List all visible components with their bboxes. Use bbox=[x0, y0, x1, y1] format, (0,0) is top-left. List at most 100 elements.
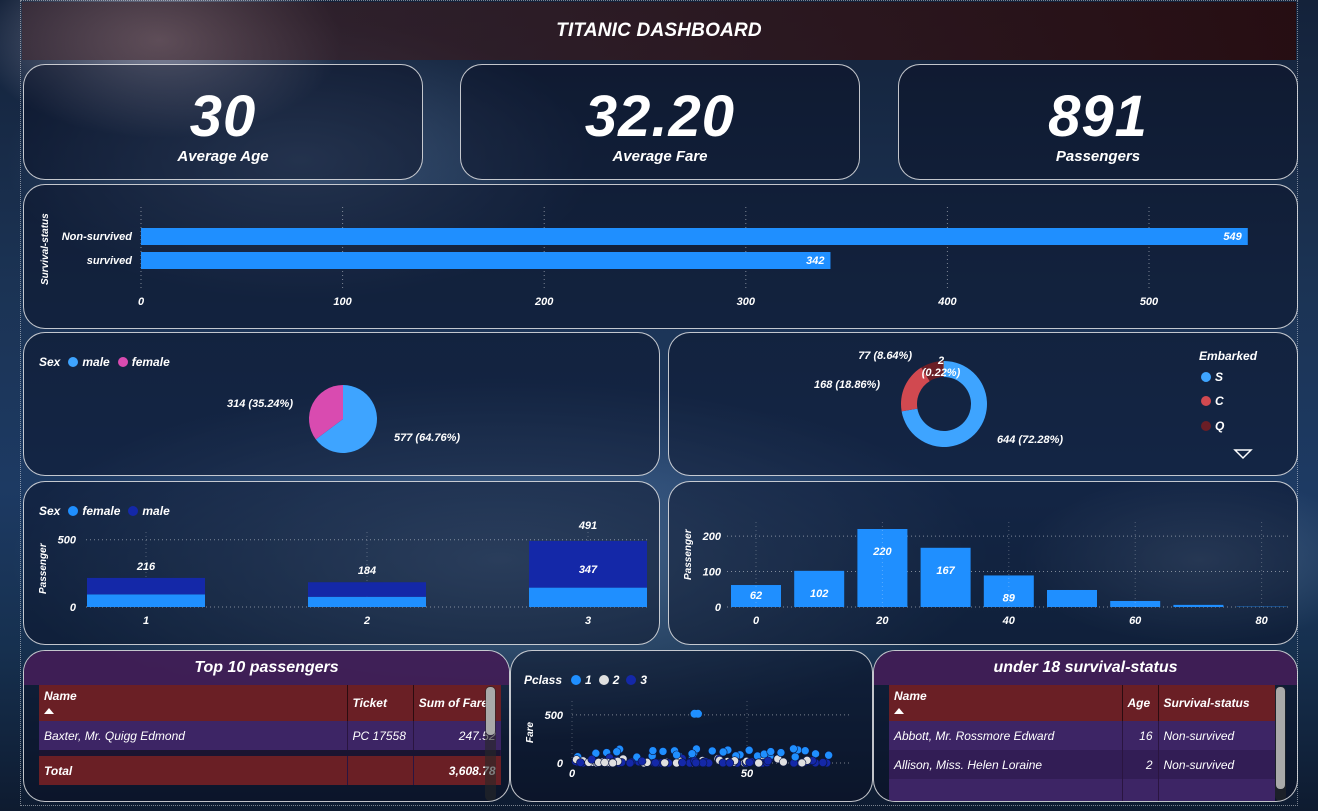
data-label: 347 bbox=[579, 564, 598, 576]
age-histogram-panel[interactable]: 0 100 200 62 102 220 167 89 0 20 40 60 80 Passenger bbox=[668, 481, 1298, 645]
cell-age: 16 bbox=[1122, 721, 1159, 750]
x-tick-label: 500 bbox=[1140, 296, 1159, 308]
kpi-value: 30 bbox=[189, 84, 257, 149]
data-label: 549 bbox=[1223, 231, 1242, 243]
y-tick-label: 100 bbox=[703, 567, 722, 579]
x-tick-label: 40 bbox=[1002, 615, 1016, 627]
bar-survived bbox=[141, 252, 831, 269]
top10-title: Top 10 passengers bbox=[24, 651, 509, 685]
kpi-value: 891 bbox=[1048, 84, 1148, 149]
scatter-point-class-2 bbox=[779, 757, 788, 767]
scatter-point-class-3 bbox=[678, 758, 687, 767]
survival-status-chart-panel[interactable]: 0 100 200 300 400 500 Non-survived 549 survived 3… bbox=[23, 184, 1298, 329]
embarked-donut-panel[interactable]: 644 (72.28%) 168 (18.86%) 77 (8.64%) 2 (0.22… bbox=[668, 332, 1298, 476]
table-row[interactable]: Allison, Miss. Helen Loraine 2 Non-survi… bbox=[889, 750, 1275, 779]
data-label-s: 644 (72.28%) bbox=[997, 434, 1063, 446]
x-tick-label: 2 bbox=[363, 615, 370, 627]
pclass-stacked-bar-chart[interactable]: 0 500 1 2 3 216 184 347 491 Passenger bbox=[24, 482, 659, 644]
bar-female-class-3 bbox=[529, 587, 647, 607]
under18-scrollbar-thumb[interactable] bbox=[1276, 687, 1285, 789]
column-header-ticket[interactable]: Ticket bbox=[347, 685, 414, 721]
data-label: 167 bbox=[936, 565, 955, 577]
data-label-female: 314 (35.24%) bbox=[227, 398, 293, 410]
x-tick-label: 60 bbox=[1129, 615, 1142, 627]
sex-pie-chart[interactable]: 577 (64.76%) 314 (35.24%) bbox=[24, 333, 659, 475]
scatter-point-class-2 bbox=[754, 758, 763, 768]
scatter-point-class-1 bbox=[790, 752, 800, 762]
top10-scrollbar-thumb[interactable] bbox=[486, 687, 495, 735]
x-tick-label: 0 bbox=[138, 296, 145, 308]
table-row[interactable]: Baxter, Mr. Quigg Edmond PC 17558 247.52 bbox=[39, 721, 501, 750]
table-row[interactable]: Abbott, Mr. Rossmore Edward 16 Non-survi… bbox=[889, 721, 1275, 750]
pclass-stacked-bar-panel[interactable]: Sex female male 0 500 1 2 3 216 184 347 491 Passe… bbox=[23, 481, 660, 645]
legend-item-s[interactable]: S bbox=[1201, 370, 1223, 384]
histogram-bar-age-70 bbox=[1173, 604, 1224, 607]
legend-scroll-down-icon[interactable] bbox=[1233, 448, 1253, 460]
top10-passengers-panel: Top 10 passengers Name Ticket Sum of Far… bbox=[23, 650, 510, 802]
column-header-age[interactable]: Age bbox=[1122, 685, 1159, 721]
data-label-male: 577 (64.76%) bbox=[394, 432, 460, 444]
total-label: Total bbox=[39, 756, 348, 785]
cell-age: 2 bbox=[1122, 750, 1159, 779]
kpi-value: 32.20 bbox=[584, 84, 736, 149]
under18-title: under 18 survival-status bbox=[874, 651, 1297, 685]
scatter-point-class-2 bbox=[660, 758, 670, 768]
x-tick-label: 20 bbox=[875, 615, 889, 627]
scatter-point-class-2 bbox=[600, 758, 609, 767]
under18-survival-panel: under 18 survival-status Name Age Surviv… bbox=[873, 650, 1298, 802]
column-header-survival-status[interactable]: Survival-status bbox=[1158, 685, 1275, 721]
x-tick-label: 1 bbox=[143, 615, 149, 627]
y-category-label: survived bbox=[87, 255, 133, 267]
data-label-unknown-pct: (0.22%) bbox=[922, 367, 961, 379]
y-axis-title: Survival-status bbox=[40, 213, 51, 285]
scatter-point-class-3 bbox=[818, 758, 828, 767]
scatter-point-class-3 bbox=[651, 758, 660, 768]
cell-survival-status: Non-survived bbox=[1158, 750, 1275, 779]
table-row[interactable] bbox=[889, 779, 1275, 801]
scatter-point-class-3 bbox=[725, 758, 735, 768]
total-empty-cell bbox=[347, 756, 414, 785]
column-header-name[interactable]: Name bbox=[889, 685, 1123, 721]
y-tick-label: 500 bbox=[545, 710, 564, 722]
scatter-point-class-1 bbox=[694, 709, 702, 718]
x-tick-label: 100 bbox=[333, 296, 352, 308]
data-label: 102 bbox=[810, 588, 828, 600]
data-label: 491 bbox=[578, 520, 597, 532]
cell-name: Allison, Miss. Helen Loraine bbox=[889, 750, 1123, 779]
legend-label-c: C bbox=[1215, 394, 1224, 408]
legend-item-c[interactable]: C bbox=[1201, 394, 1224, 408]
kpi-label: Average Age bbox=[177, 148, 269, 165]
scatter-point-class-1 bbox=[612, 747, 622, 757]
legend-item-q[interactable]: Q bbox=[1201, 419, 1224, 433]
scatter-point-class-3 bbox=[745, 758, 754, 767]
survival-status-bar-chart[interactable]: 0 100 200 300 400 500 Non-survived 549 survived 3… bbox=[24, 185, 1297, 328]
cell-ticket: PC 17558 bbox=[347, 721, 414, 750]
y-axis-title: Passenger bbox=[683, 528, 694, 580]
data-label: 62 bbox=[750, 590, 762, 602]
bar-female-class-1 bbox=[87, 594, 205, 607]
x-tick-label: 300 bbox=[737, 296, 756, 308]
histogram-bar-age-30 bbox=[920, 547, 971, 607]
scatter-point-class-2 bbox=[608, 758, 618, 768]
legend-label-s: S bbox=[1215, 370, 1224, 384]
age-histogram-chart[interactable]: 010020062 102220167890 20 40 60 80Passenger bbox=[669, 482, 1297, 644]
sex-pie-panel[interactable]: Sex male female 577 (64.76%) 314 (35.24%) bbox=[23, 332, 660, 476]
column-header-name[interactable]: Name bbox=[39, 685, 348, 721]
title-bar: TITANIC DASHBOARD bbox=[22, 2, 1296, 60]
kpi-card-average-age[interactable]: 30 Average Age bbox=[23, 64, 423, 180]
fare-scatter-panel[interactable]: Pclass 1 2 3 0 500 0 50 Fare bbox=[510, 650, 873, 802]
scatter-point-class-1 bbox=[672, 750, 681, 760]
data-label: 342 bbox=[806, 255, 824, 267]
x-tick-label: 3 bbox=[585, 615, 591, 627]
fare-scatter-chart[interactable]: 0 500 0 50 Fare bbox=[511, 651, 872, 801]
kpi-card-average-fare[interactable]: 32.20 Average Fare bbox=[460, 64, 860, 180]
kpi-card-passengers[interactable]: 891 Passengers bbox=[898, 64, 1298, 180]
cell-name: Baxter, Mr. Quigg Edmond bbox=[39, 721, 348, 750]
sort-ascending-icon bbox=[894, 708, 904, 714]
kpi-label: Passengers bbox=[1055, 148, 1141, 165]
bar-male-class-1 bbox=[87, 577, 205, 595]
y-tick-label: 500 bbox=[58, 535, 77, 547]
scatter-point-class-3 bbox=[691, 758, 701, 768]
scatter-point-class-1 bbox=[776, 748, 786, 757]
bar-non-survived bbox=[141, 228, 1248, 245]
